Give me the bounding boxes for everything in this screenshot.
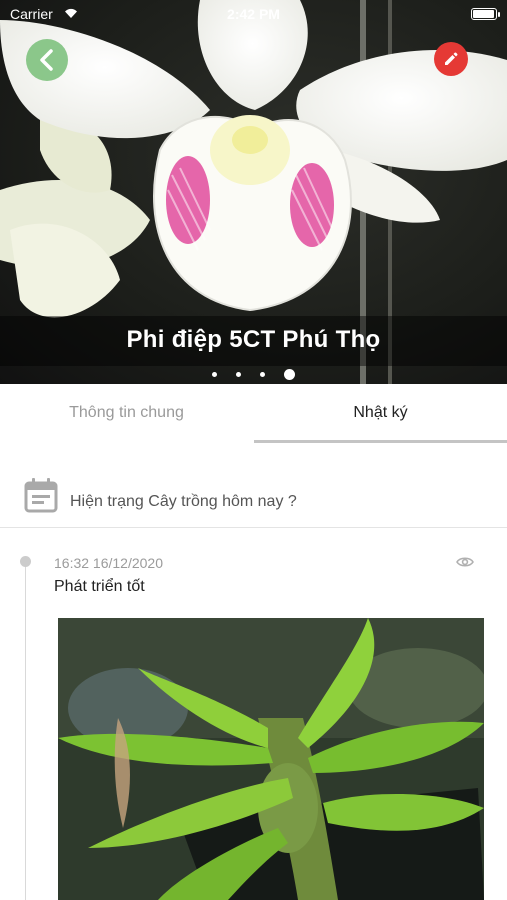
- active-tab-underline: [254, 440, 507, 443]
- page-dot[interactable]: [212, 371, 217, 377]
- tab-diary[interactable]: Nhật ký: [254, 384, 507, 443]
- status-question: Hiện trạng Cây trồng hôm nay ?: [70, 493, 297, 510]
- eye-icon[interactable]: [456, 555, 474, 569]
- pencil-icon: [445, 52, 458, 65]
- battery-icon: [471, 8, 500, 20]
- plant-title: Phi điệp 5CT Phú Thọ: [126, 326, 381, 353]
- page-indicator[interactable]: [212, 367, 295, 381]
- status-bar: Carrier 2:42 PM: [0, 0, 507, 28]
- edit-button[interactable]: [434, 42, 468, 76]
- calendar-icon: [24, 478, 58, 513]
- tab-bar: Thông tin chung Nhật ký: [0, 384, 507, 443]
- hero-image: Carrier 2:42 PM Phi điệp 5CT Phú Thọ: [0, 0, 507, 384]
- back-button[interactable]: [26, 39, 68, 81]
- timeline-line: [25, 562, 26, 900]
- chevron-left-icon: [40, 49, 53, 71]
- tab-general-info[interactable]: Thông tin chung: [0, 384, 253, 443]
- page-dot[interactable]: [260, 371, 265, 377]
- status-question-row[interactable]: Hiện trạng Cây trồng hôm nay ?: [0, 468, 507, 526]
- entry-note: Phát triển tốt: [54, 578, 145, 595]
- timeline-dot: [20, 556, 31, 567]
- plant-photo: [58, 618, 484, 900]
- divider: [0, 527, 507, 528]
- entry-photo[interactable]: [58, 618, 484, 900]
- clock-time: 2:42 PM: [227, 6, 280, 22]
- page-dot[interactable]: [236, 371, 241, 377]
- entry-timestamp: 16:32 16/12/2020: [54, 555, 163, 571]
- page-dot-active[interactable]: [284, 368, 295, 380]
